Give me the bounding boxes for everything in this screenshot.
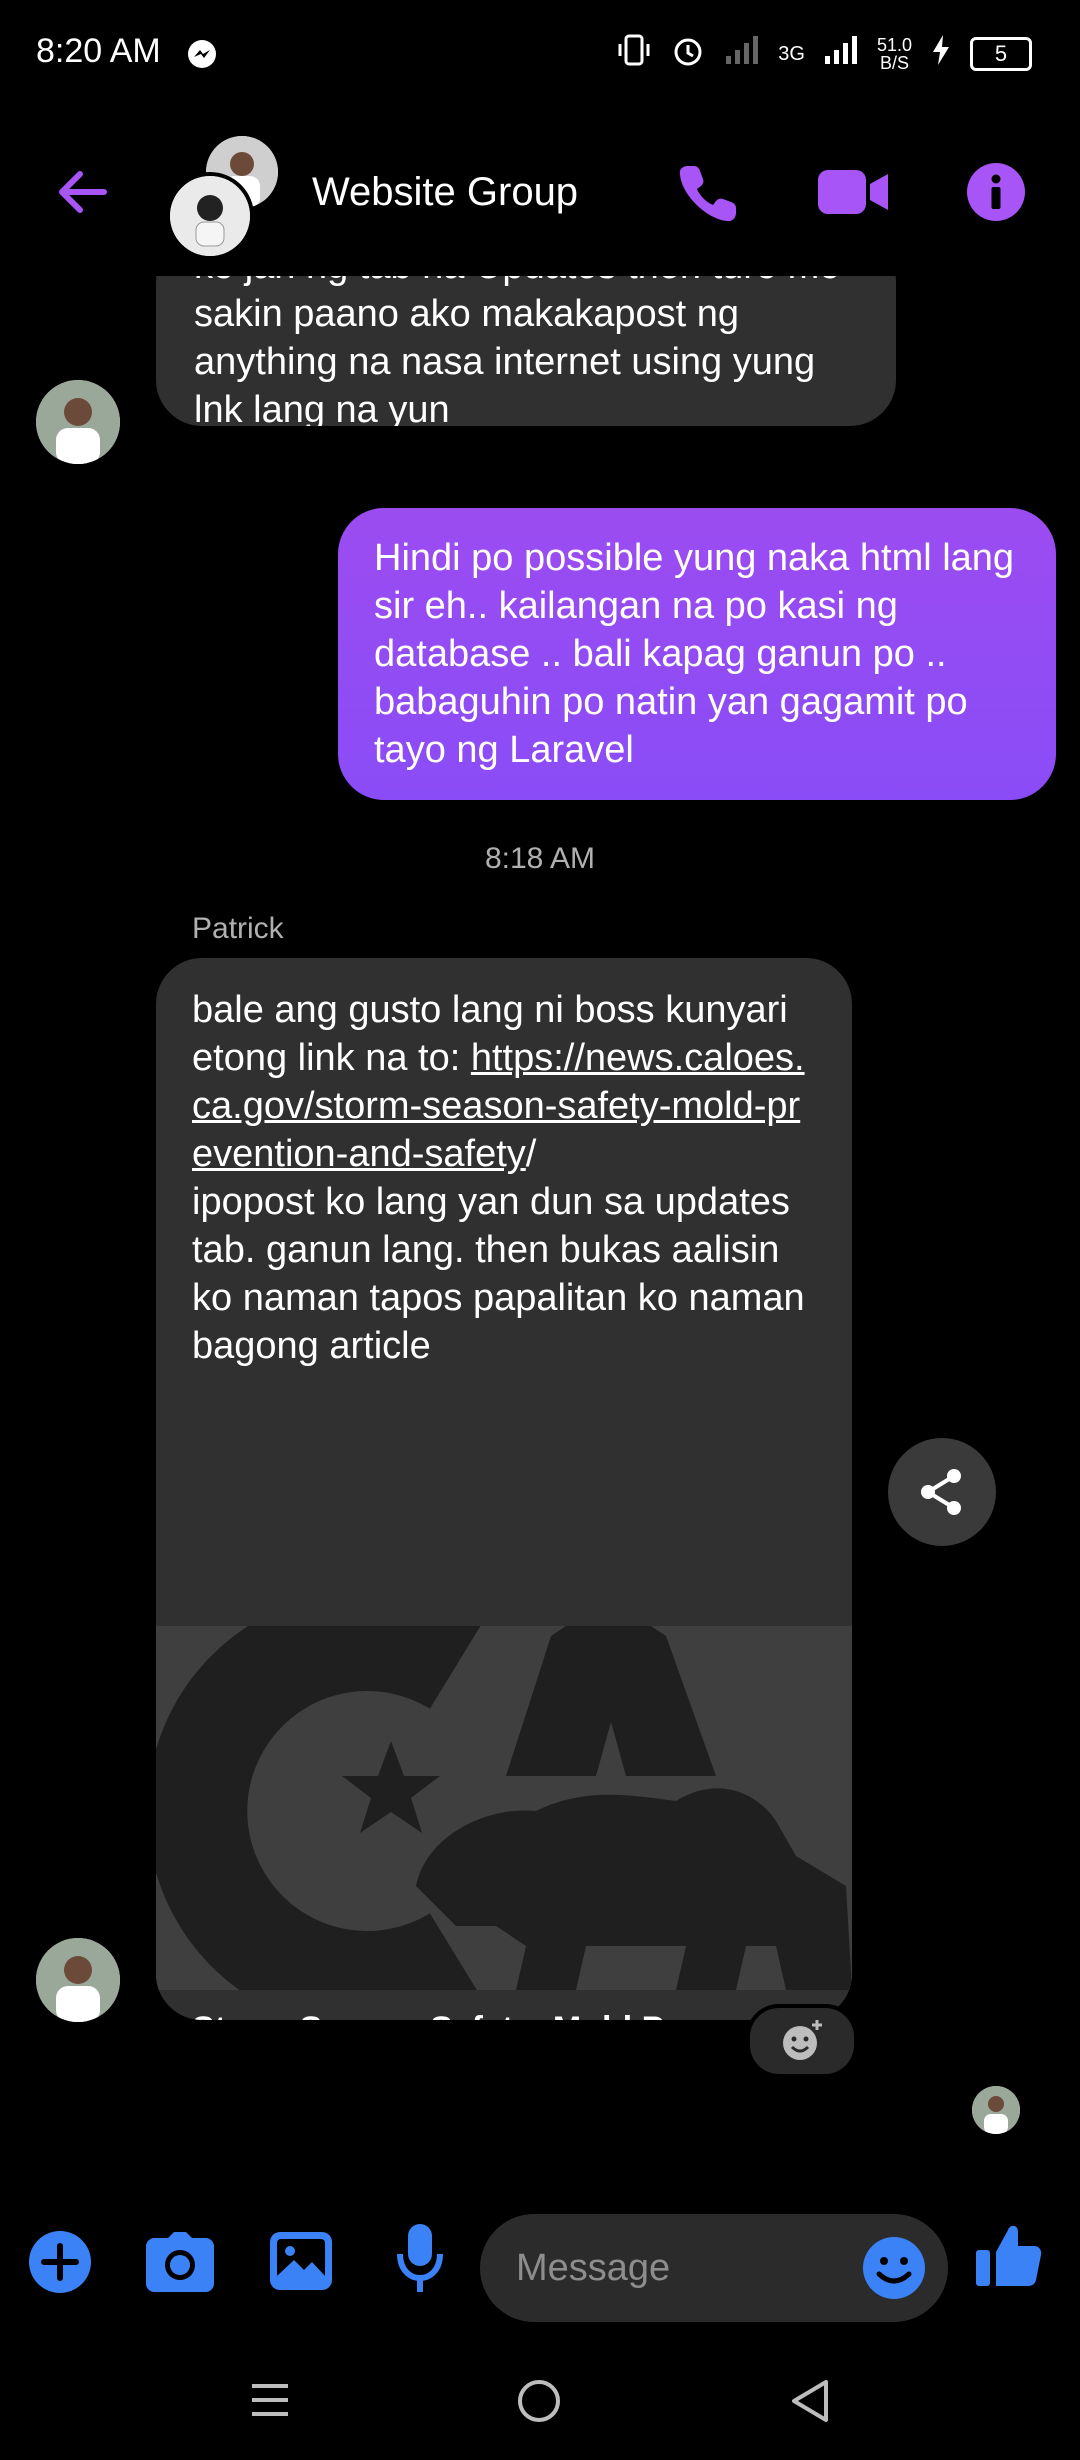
plus-icon xyxy=(29,2231,91,2293)
emoji-icon xyxy=(863,2237,925,2299)
charging-icon xyxy=(930,33,952,74)
recent-apps-button[interactable] xyxy=(250,2380,290,2425)
message-list[interactable]: ko jan ng tab na Updates then turo mo sa… xyxy=(0,276,1080,2156)
share-button[interactable] xyxy=(888,1438,996,1546)
video-camera-icon xyxy=(818,170,888,214)
speed-unit: B/S xyxy=(879,52,909,73)
camera-icon xyxy=(146,2232,214,2292)
sender-avatar-patrick[interactable] xyxy=(36,1938,120,2022)
status-icons: 3G 51.0 B/S 5 xyxy=(616,32,1032,75)
microphone-icon xyxy=(397,2224,443,2292)
emoji-button[interactable] xyxy=(862,2236,926,2305)
network-type: 3G xyxy=(778,42,805,65)
message-text: ko jan ng tab na Updates then turo mo sa… xyxy=(194,276,840,426)
read-receipt-avatar xyxy=(972,2086,1020,2134)
info-icon xyxy=(967,163,1025,221)
menu-icon xyxy=(252,2384,288,2416)
message-placeholder: Message xyxy=(516,2246,671,2289)
messenger-notification-icon xyxy=(186,38,218,75)
message-text: Hindi po possible yung naka html lang si… xyxy=(374,537,1015,771)
message-body: ipopost ko lang yan dun sa updates tab. … xyxy=(192,1181,805,1367)
message-timestamp: 8:18 AM xyxy=(484,842,596,875)
link-preview-image[interactable] xyxy=(156,1626,852,1990)
link-tail: / xyxy=(525,1133,537,1175)
phone-icon xyxy=(679,166,736,222)
home-button[interactable] xyxy=(516,2378,562,2429)
vibrate-icon xyxy=(616,32,652,75)
chat-title[interactable]: Website Group xyxy=(312,170,578,215)
alarm-icon xyxy=(670,32,706,75)
camera-button[interactable] xyxy=(146,2232,214,2297)
thumbs-up-icon xyxy=(976,2225,1042,2286)
sender-avatar[interactable] xyxy=(36,380,120,464)
home-circle-icon xyxy=(518,2380,560,2422)
signal-icon-weak xyxy=(724,34,760,73)
speed-value: 51.0 xyxy=(876,34,912,55)
back-nav-button[interactable] xyxy=(788,2378,832,2429)
call-button[interactable] xyxy=(676,160,740,229)
link-message-text: bale ang gusto lang ni boss kunyari eton… xyxy=(156,958,852,1370)
back-button[interactable] xyxy=(52,162,112,227)
share-icon xyxy=(921,1469,961,1515)
back-arrow-icon xyxy=(59,171,107,213)
like-button[interactable] xyxy=(974,2220,1044,2295)
add-reaction-button[interactable] xyxy=(746,2004,858,2078)
info-button[interactable] xyxy=(966,162,1026,227)
voice-button[interactable] xyxy=(396,2224,444,2299)
network-speed: 51.0 B/S xyxy=(877,36,912,72)
sender-name: Patrick xyxy=(192,912,284,945)
gallery-icon xyxy=(270,2232,332,2290)
received-message-bubble[interactable]: ko jan ng tab na Updates then turo mo sa… xyxy=(156,276,896,426)
link-message-bubble[interactable]: bale ang gusto lang ni boss kunyari eton… xyxy=(156,958,852,2020)
battery-indicator: 5 xyxy=(970,36,1032,71)
add-reaction-icon xyxy=(783,2020,822,2060)
gallery-button[interactable] xyxy=(270,2232,332,2295)
signal-icon xyxy=(823,34,859,73)
group-avatar-front[interactable] xyxy=(166,172,254,260)
more-actions-button[interactable] xyxy=(28,2230,92,2299)
status-time: 8:20 AM xyxy=(36,32,161,70)
link-preview-title: Storm Season Safety: Mold Prevention and… xyxy=(192,2008,832,2020)
sent-message-bubble[interactable]: Hindi po possible yung naka html lang si… xyxy=(338,508,1056,800)
back-triangle-icon xyxy=(792,2380,828,2422)
video-call-button[interactable] xyxy=(818,168,890,221)
